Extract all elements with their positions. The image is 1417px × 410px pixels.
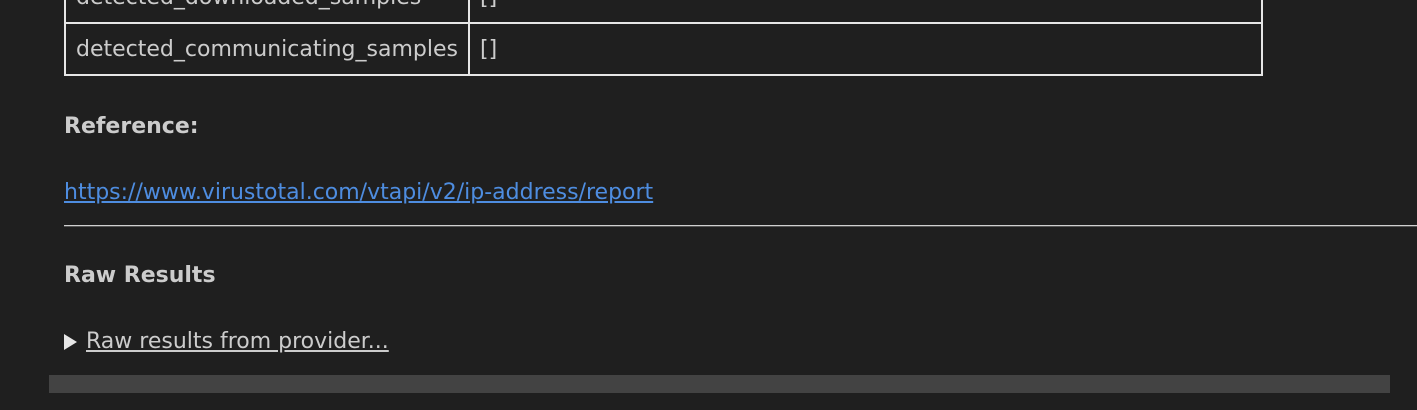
table-cell-value: [] (467, 22, 1264, 76)
raw-results-disclosure[interactable]: Raw results from provider... (64, 329, 389, 354)
raw-results-heading: Raw Results (64, 263, 216, 288)
results-table: detected_downloaded_samples [] detected_… (64, 0, 1264, 76)
horizontal-scrollbar[interactable] (49, 375, 1390, 393)
disclosure-triangle-icon[interactable] (64, 333, 77, 350)
section-divider (64, 225, 1417, 227)
raw-results-summary[interactable]: Raw results from provider... (86, 329, 389, 354)
table-cell-key: detected_communicating_samples (64, 22, 470, 76)
results-view: detected_downloaded_samples [] detected_… (0, 0, 1417, 410)
table-cell-key: detected_downloaded_samples (64, 0, 470, 24)
table-row: detected_downloaded_samples [] (64, 0, 1264, 24)
table-cell-value: [] (467, 0, 1264, 24)
reference-link[interactable]: https://www.virustotal.com/vtapi/v2/ip-a… (64, 180, 653, 205)
reference-label: Reference: (64, 114, 199, 139)
table-row: detected_communicating_samples [] (64, 22, 1264, 76)
